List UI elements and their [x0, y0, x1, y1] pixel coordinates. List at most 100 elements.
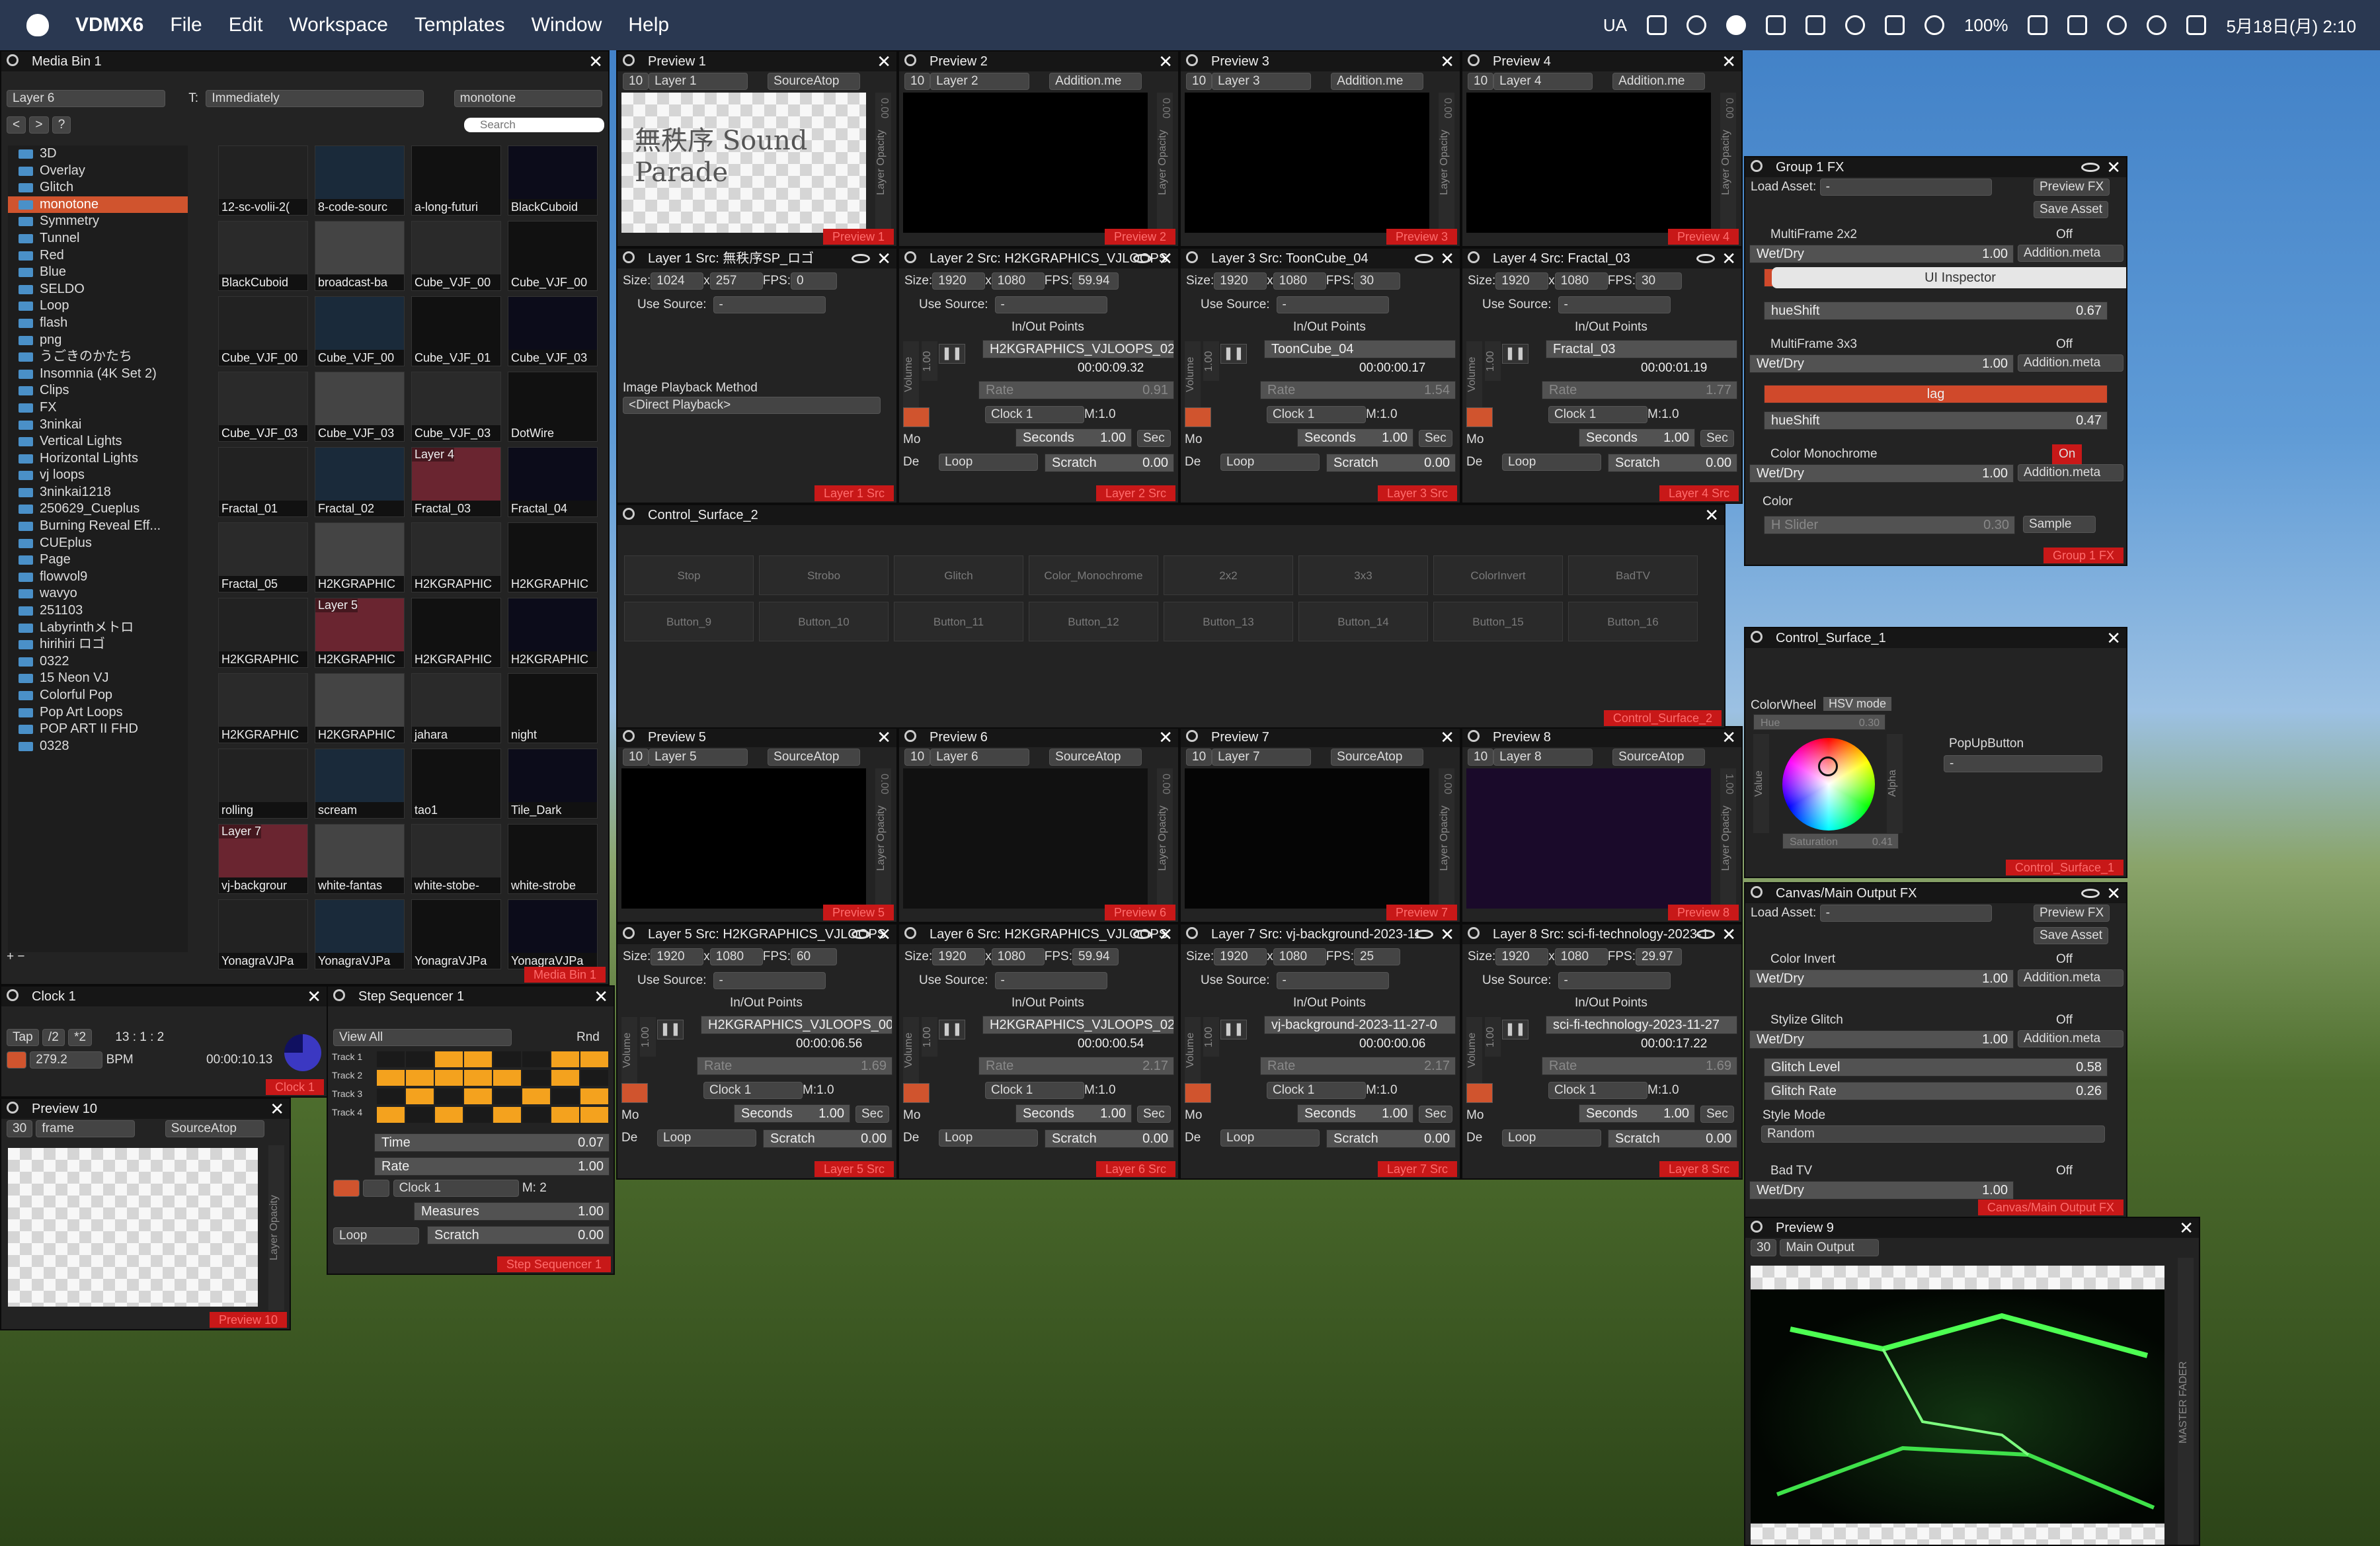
load-asset-dropdown[interactable]: -	[1819, 178, 1992, 196]
media-tile[interactable]: jahara	[411, 673, 501, 743]
rate-slider[interactable]: Rate 2.17	[978, 1057, 1174, 1075]
width-field[interactable]: 1920	[932, 272, 986, 290]
folder-item[interactable]: Insomnia (4K Set 2)	[8, 366, 188, 383]
eye-icon[interactable]	[1696, 254, 1715, 263]
close-icon[interactable]: ✕	[2179, 1218, 2194, 1238]
preview-layer-dropdown[interactable]: Layer 4	[1493, 72, 1593, 90]
media-tile[interactable]: Fractal_04	[508, 447, 598, 517]
folder-item[interactable]: Pop Art Loops	[8, 704, 188, 721]
close-icon[interactable]: ✕	[1158, 924, 1173, 944]
eye-icon[interactable]	[1133, 930, 1152, 939]
mute-button[interactable]	[903, 407, 930, 427]
media-tile[interactable]: H2KGRAPHIC	[508, 522, 598, 592]
scratch-slider[interactable]: Scratch 0.00	[1326, 454, 1456, 472]
folder-item[interactable]: CUEplus	[8, 535, 188, 552]
alpha-slider[interactable]: Alpha	[1887, 734, 1903, 833]
close-icon[interactable]: ✕	[1440, 727, 1454, 747]
sequencer-step[interactable]	[493, 1088, 521, 1104]
gamepad-icon[interactable]	[1805, 15, 1825, 35]
sequencer-step[interactable]	[406, 1088, 434, 1104]
m-value[interactable]: 2	[539, 1181, 547, 1195]
preview-layer-dropdown[interactable]: Layer 6	[930, 748, 1030, 766]
sequencer-step[interactable]	[406, 1107, 434, 1123]
folder-item[interactable]: Overlay	[8, 163, 188, 180]
blend-dropdown[interactable]: SourceAtop	[768, 748, 861, 766]
sync-icon[interactable]	[363, 1179, 390, 1197]
blend-dropdown[interactable]: Addition.me	[1049, 72, 1142, 90]
close-icon[interactable]: ✕	[594, 987, 608, 1006]
folder-item[interactable]: flash	[8, 315, 188, 332]
media-tile[interactable]: H2KGRAPHIC	[411, 522, 501, 592]
sequencer-step[interactable]	[580, 1070, 608, 1086]
layer-opacity-slider[interactable]: Layer Opacity	[268, 1145, 284, 1311]
hueshift-slider[interactable]: hueShift 0.67	[1764, 302, 2108, 320]
sequencer-step[interactable]	[522, 1088, 550, 1104]
volume-slider[interactable]: Volume	[903, 341, 919, 407]
search-icon[interactable]	[1468, 927, 1480, 939]
preview-size-dropdown[interactable]: 10	[904, 748, 931, 766]
close-icon[interactable]: ✕	[1158, 249, 1173, 268]
sec-dropdown[interactable]: Sec	[1700, 430, 1734, 447]
surface-button[interactable]: Glitch	[894, 555, 1023, 595]
pause-button[interactable]: ❚❚	[657, 1020, 684, 1039]
folder-item[interactable]: SELDO	[8, 281, 188, 298]
menu-window[interactable]: Window	[532, 14, 602, 36]
scratch-slider[interactable]: Scratch 0.00	[1608, 454, 1737, 472]
preview-size-dropdown[interactable]: 30	[1751, 1239, 1777, 1256]
folder-item[interactable]: Glitch	[8, 179, 188, 196]
volume-slider[interactable]: Volume	[1466, 1017, 1482, 1083]
mute-button[interactable]	[1466, 1083, 1493, 1103]
pause-button[interactable]: ❚❚	[939, 1020, 965, 1039]
preview-size-dropdown[interactable]: 10	[1186, 748, 1212, 766]
media-tile[interactable]: Cube_VJF_03	[411, 372, 501, 442]
tap-button[interactable]: Tap	[7, 1028, 39, 1046]
width-field[interactable]: 1920	[932, 948, 986, 965]
sequencer-step[interactable]	[493, 1070, 521, 1086]
search-icon[interactable]	[1186, 54, 1198, 66]
media-tile[interactable]: Cube_VJF_03	[508, 296, 598, 366]
blend-dropdown[interactable]: Addition.meta	[2018, 245, 2123, 262]
media-tile[interactable]: white-stobe-	[411, 824, 501, 894]
search-icon[interactable]	[904, 927, 916, 939]
close-icon[interactable]: ✕	[1722, 52, 1736, 71]
m-value[interactable]: 1.0	[1661, 1083, 1679, 1097]
scratch-slider[interactable]: Scratch 0.00	[1608, 1129, 1737, 1148]
back-button[interactable]: <	[7, 116, 26, 134]
folder-item[interactable]: 0322	[8, 653, 188, 671]
search-icon[interactable]	[1186, 251, 1198, 263]
sequencer-step[interactable]	[551, 1070, 579, 1086]
sequencer-step[interactable]	[522, 1070, 550, 1086]
media-tile[interactable]: Cube_VJF_03	[218, 372, 308, 442]
media-tile[interactable]: rolling	[218, 749, 308, 819]
preview-layer-dropdown[interactable]: Layer 2	[930, 72, 1030, 90]
m-value[interactable]: 1.0	[1380, 407, 1397, 421]
menu-edit[interactable]: Edit	[229, 14, 263, 36]
style-mode-dropdown[interactable]: Random	[1761, 1125, 2105, 1143]
blend-dropdown[interactable]: Addition.meta	[2018, 464, 2123, 481]
folder-item[interactable]: Burning Reveal Eff...	[8, 518, 188, 535]
search-icon[interactable]	[1751, 160, 1763, 172]
folder-item[interactable]: Page	[8, 551, 188, 569]
m-value[interactable]: 1.0	[1661, 407, 1679, 421]
surface-button[interactable]: Button_13	[1164, 602, 1293, 641]
forward-button[interactable]: >	[29, 116, 49, 134]
close-icon[interactable]: ✕	[1440, 249, 1454, 268]
volume-slider[interactable]: Volume	[1185, 1017, 1201, 1083]
popup-button[interactable]: -	[1944, 755, 2102, 772]
eye-icon[interactable]	[1415, 254, 1433, 263]
clock-dropdown[interactable]: Clock 1	[1267, 405, 1366, 423]
search-icon[interactable]	[904, 730, 916, 742]
blend-dropdown[interactable]: SourceAtop	[1049, 748, 1142, 766]
fps-field[interactable]: 60	[790, 948, 837, 965]
volume-slider[interactable]: Volume	[1185, 341, 1201, 407]
media-tile[interactable]: white-fantas	[315, 824, 405, 894]
clock-dropdown[interactable]: Clock 1	[985, 405, 1084, 423]
folder-item[interactable]: png	[8, 332, 188, 349]
clock-dropdown[interactable]: Clock 1	[1548, 1081, 1647, 1099]
search-icon[interactable]	[333, 989, 345, 1001]
rate-slider[interactable]: Rate 1.69	[697, 1057, 892, 1075]
preview-size-dropdown[interactable]: 10	[904, 72, 931, 90]
clock-dropdown[interactable]: Clock 1	[703, 1081, 803, 1099]
search-icon[interactable]	[1751, 1221, 1763, 1233]
close-icon[interactable]: ✕	[1722, 924, 1736, 944]
